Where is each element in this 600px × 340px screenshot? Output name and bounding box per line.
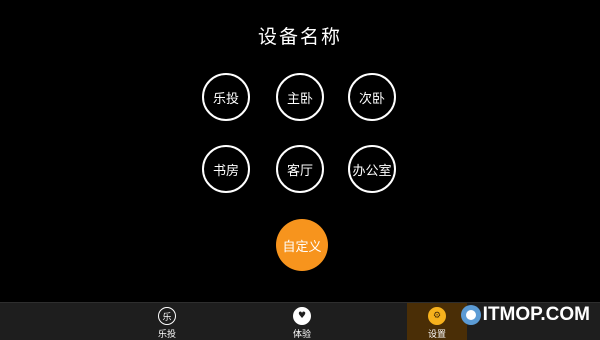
gear-icon: ⚙ xyxy=(428,307,446,325)
device-name-option-living-room[interactable]: 客厅 xyxy=(276,145,324,193)
nav-item-settings[interactable]: ⚙ 设置 xyxy=(407,303,467,340)
nav-item-experience[interactable]: ♥ 体验 xyxy=(272,303,332,340)
letou-logo-icon: 乐 xyxy=(158,307,176,325)
device-name-option-second-bedroom[interactable]: 次卧 xyxy=(348,73,396,121)
watermark-text: ITMOP.COM xyxy=(482,304,590,325)
site-watermark: ITMOP.COM xyxy=(460,304,590,325)
watermark-logo-icon xyxy=(460,305,481,325)
heart-icon: ♥ xyxy=(293,307,311,325)
custom-name-button[interactable]: 自定义 xyxy=(276,219,328,271)
page-title: 设备名称 xyxy=(257,26,342,48)
settings-screen: 设备名称 乐投 主卧 次卧 书房 客厅 办公室 自定义 乐 乐投 ♥ 体验 ⚙ … xyxy=(0,0,600,340)
nav-item-label: 乐投 xyxy=(157,330,176,340)
nav-item-label: 设置 xyxy=(427,330,446,340)
device-name-option-letou[interactable]: 乐投 xyxy=(202,73,250,121)
device-name-option-study[interactable]: 书房 xyxy=(202,145,250,193)
nav-item-letou[interactable]: 乐 乐投 xyxy=(137,303,197,340)
device-name-option-office[interactable]: 办公室 xyxy=(348,145,396,193)
device-name-option-master-bedroom[interactable]: 主卧 xyxy=(276,73,324,121)
nav-item-label: 体验 xyxy=(292,330,311,340)
